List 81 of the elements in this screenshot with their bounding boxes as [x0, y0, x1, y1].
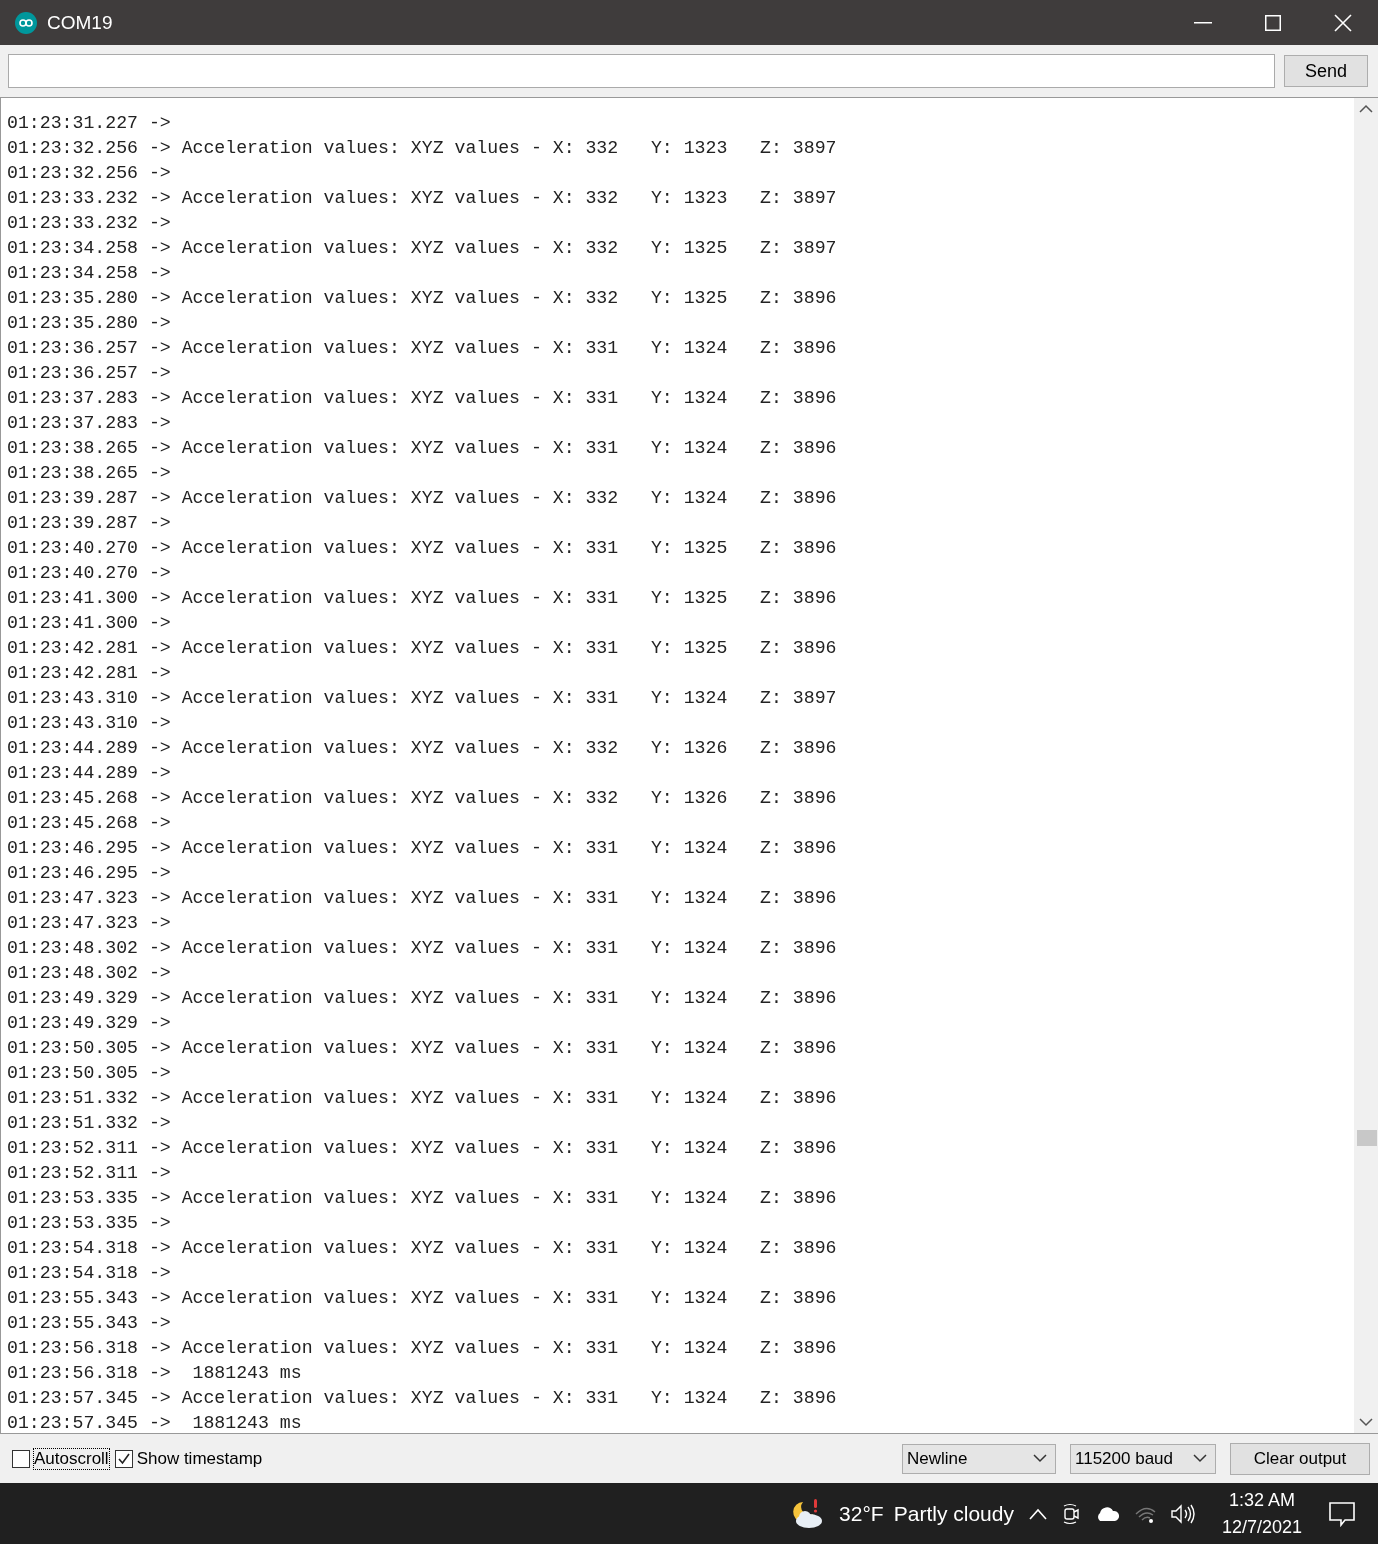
log-line: 01:23:46.295 -> Acceleration values: XYZ values - X: 331 Y: 1324 Z: 3896: [7, 837, 838, 860]
log-line: 01:23:47.323 -> Acceleration values: XYZ values - X: 331 Y: 1324 Z: 3896: [7, 887, 838, 910]
log-line: 01:23:54.318 ->: [7, 1262, 172, 1285]
log-line: 01:23:40.270 -> Acceleration values: XYZ values - X: 331 Y: 1325 Z: 3896: [7, 537, 838, 560]
clock-time[interactable]: 1:32 AM: [1228, 1487, 1295, 1514]
log-line: 01:23:38.265 -> Acceleration values: XYZ values - X: 331 Y: 1324 Z: 3896: [7, 437, 838, 460]
log-line: 01:23:43.310 -> Acceleration values: XYZ values - X: 331 Y: 1324 Z: 3897: [7, 687, 838, 710]
log-line: 01:23:48.302 ->: [7, 962, 172, 985]
weather-text[interactable]: Partly cloudy: [893, 1502, 1014, 1526]
scrollbar[interactable]: [1354, 98, 1378, 1433]
log-line: 01:23:40.270 ->: [7, 562, 172, 585]
log-line: 01:23:54.318 -> Acceleration values: XYZ values - X: 331 Y: 1324 Z: 3896: [7, 1237, 838, 1260]
log-line: 01:23:51.332 -> Acceleration values: XYZ values - X: 331 Y: 1324 Z: 3896: [7, 1087, 838, 1110]
log-line: 01:23:49.329 -> Acceleration values: XYZ values - X: 331 Y: 1324 Z: 3896: [7, 987, 838, 1010]
checkbox-label[interactable]: Autoscroll: [34, 1448, 109, 1469]
log-line: 01:23:31.227 ->: [7, 112, 172, 135]
log-line: 01:23:32.256 ->: [7, 162, 172, 185]
checkbox[interactable]: [114, 1449, 133, 1468]
minimize-icon[interactable]: [1194, 21, 1212, 24]
log-line: 01:23:52.311 ->: [7, 1162, 172, 1185]
log-line: 01:23:52.311 -> Acceleration values: XYZ values - X: 331 Y: 1324 Z: 3896: [7, 1137, 838, 1160]
log-line: 01:23:47.323 ->: [7, 912, 172, 935]
log-line: 01:23:50.305 -> Acceleration values: XYZ values - X: 331 Y: 1324 Z: 3896: [7, 1037, 838, 1060]
log-line: 01:23:44.289 ->: [7, 762, 172, 785]
message-input-field[interactable]: [8, 54, 1275, 88]
log-line: 01:23:34.258 -> Acceleration values: XYZ values - X: 332 Y: 1325 Z: 3897: [7, 237, 838, 260]
log-line: 01:23:53.335 -> Acceleration values: XYZ values - X: 331 Y: 1324 Z: 3896: [7, 1187, 838, 1210]
log-line: 01:23:57.345 -> Acceleration values: XYZ values - X: 331 Y: 1324 Z: 3896: [7, 1387, 838, 1410]
log-line: 01:23:56.318 -> 1881243 ms: [7, 1362, 303, 1385]
clock-date[interactable]: 12/7/2021: [1221, 1514, 1302, 1541]
close-icon[interactable]: [1334, 13, 1352, 32]
log-line: 01:23:53.335 ->: [7, 1212, 172, 1235]
log-line: 01:23:36.257 -> Acceleration values: XYZ values - X: 331 Y: 1324 Z: 3896: [7, 337, 838, 360]
log-line: 01:23:38.265 ->: [7, 462, 172, 485]
log-line: 01:23:33.232 -> Acceleration values: XYZ values - X: 332 Y: 1323 Z: 3897: [7, 187, 838, 210]
chevron-down-icon: [1193, 1454, 1207, 1463]
log-line: 01:23:41.300 ->: [7, 612, 172, 635]
checkbox-label[interactable]: Show timestamp: [136, 1448, 263, 1469]
log-line: 01:23:43.310 ->: [7, 712, 172, 735]
log-line: 01:23:49.329 ->: [7, 1012, 172, 1035]
log-line: 01:23:39.287 ->: [7, 512, 172, 535]
log-line: 01:23:45.268 -> Acceleration values: XYZ values - X: 332 Y: 1326 Z: 3896: [7, 787, 838, 810]
clear-output-button[interactable]: Clear output: [1230, 1442, 1370, 1475]
scrollbar-thumb[interactable]: [1357, 1130, 1377, 1146]
app-logo-icon: [15, 11, 37, 34]
log-line: 01:23:51.332 ->: [7, 1112, 172, 1135]
speaker-icon[interactable]: [1169, 1503, 1198, 1525]
window-title: COM19: [47, 11, 113, 34]
temperature-text[interactable]: 32°F: [839, 1502, 884, 1526]
log-line: 01:23:48.302 -> Acceleration values: XYZ values - X: 331 Y: 1324 Z: 3896: [7, 937, 838, 960]
camera-icon[interactable]: [1061, 1503, 1080, 1525]
log-line: 01:23:55.343 ->: [7, 1312, 172, 1335]
log-line: 01:23:39.287 -> Acceleration values: XYZ values - X: 332 Y: 1324 Z: 3896: [7, 487, 838, 510]
log-line: 01:23:42.281 ->: [7, 662, 172, 685]
checkbox[interactable]: [12, 1449, 30, 1468]
chevron-down-icon: [1033, 1454, 1047, 1463]
caret-up-icon[interactable]: [1027, 1508, 1048, 1520]
log-line: 01:23:36.257 ->: [7, 362, 172, 385]
log-line: 01:23:37.283 -> Acceleration values: XYZ values - X: 331 Y: 1324 Z: 3896: [7, 387, 838, 410]
log-line: 01:23:37.283 ->: [7, 412, 172, 435]
log-line: 01:23:35.280 -> Acceleration values: XYZ values - X: 332 Y: 1325 Z: 3896: [7, 287, 838, 310]
log-line: 01:23:34.258 ->: [7, 262, 172, 285]
log-line: 01:23:56.318 -> Acceleration values: XYZ values - X: 331 Y: 1324 Z: 3896: [7, 1337, 838, 1360]
log-line: 01:23:46.295 ->: [7, 862, 172, 885]
maximize-icon[interactable]: [1265, 14, 1281, 31]
baud-rate-dropdown[interactable]: 115200 baud: [1070, 1443, 1216, 1474]
log-line: 01:23:33.232 ->: [7, 212, 172, 235]
log-line: 01:23:50.305 ->: [7, 1062, 172, 1085]
notification-icon[interactable]: [1328, 1501, 1356, 1527]
log-line: 01:23:45.268 ->: [7, 812, 172, 835]
log-line: 01:23:44.289 -> Acceleration values: XYZ values - X: 332 Y: 1326 Z: 3896: [7, 737, 838, 760]
log-line: 01:23:55.343 -> Acceleration values: XYZ values - X: 331 Y: 1324 Z: 3896: [7, 1287, 838, 1310]
log-line: 01:23:35.280 ->: [7, 312, 172, 335]
send-button[interactable]: Send: [1284, 55, 1368, 87]
scroll-down-icon[interactable]: [1359, 1418, 1373, 1427]
log-line: 01:23:41.300 -> Acceleration values: XYZ values - X: 331 Y: 1325 Z: 3896: [7, 587, 838, 610]
line-ending-dropdown[interactable]: Newline: [902, 1443, 1056, 1474]
log-line: 01:23:42.281 -> Acceleration values: XYZ values - X: 331 Y: 1325 Z: 3896: [7, 637, 838, 660]
log-line: 01:23:57.345 -> 1881243 ms: [7, 1412, 303, 1433]
scroll-up-icon[interactable]: [1359, 104, 1373, 113]
log-line: 01:23:32.256 -> Acceleration values: XYZ values - X: 332 Y: 1323 Z: 3897: [7, 137, 838, 160]
